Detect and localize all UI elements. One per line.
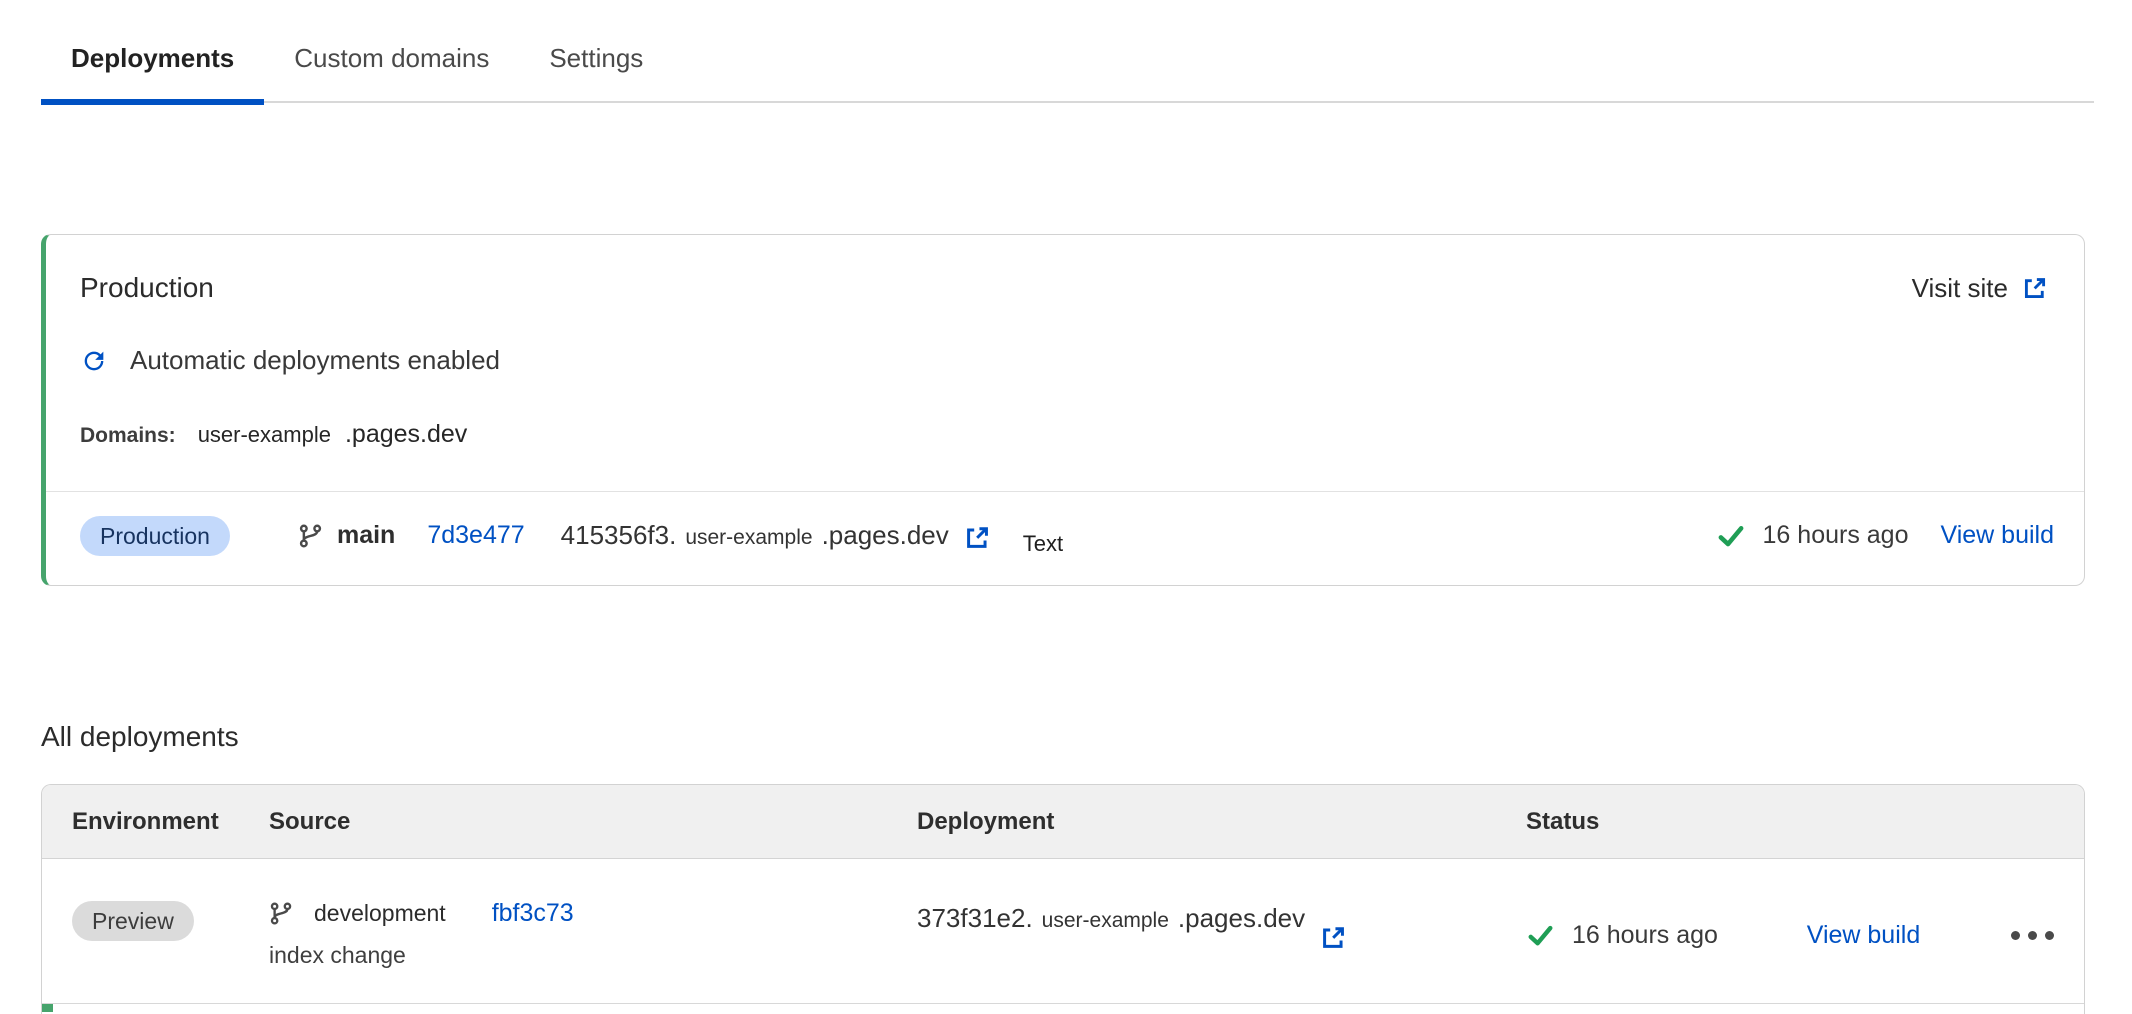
- production-card-header: Production Visit site: [46, 235, 2084, 305]
- environment-badge-production: Production: [80, 516, 230, 556]
- deployment-url-name: user-example: [1042, 909, 1169, 933]
- column-header-environment: Environment: [72, 808, 269, 836]
- deployment-cell: 373f31e2. user-example .pages.dev: [917, 899, 1526, 969]
- production-card-title: Production: [80, 271, 214, 305]
- check-icon: [1716, 522, 1746, 550]
- commit-link[interactable]: 7d3e477: [427, 521, 524, 550]
- column-header-deployment: Deployment: [917, 808, 1526, 836]
- branch-name: main: [337, 521, 395, 550]
- visit-site-label: Visit site: [1912, 273, 2008, 304]
- deployments-table: Environment Source Deployment Status Pre…: [41, 784, 2085, 1014]
- source-cell: development fbf3c73 index change: [269, 899, 917, 969]
- environment-cell: Preview: [72, 899, 269, 969]
- view-build-link[interactable]: View build: [1807, 921, 1921, 950]
- auto-deployments-row: Automatic deployments enabled: [46, 305, 2084, 376]
- table-row: Preview development fbf3c73 index change…: [42, 859, 2084, 1004]
- domain-name: user-example: [198, 422, 331, 448]
- environment-badge-preview: Preview: [72, 901, 194, 941]
- next-row-accent: [42, 1004, 2084, 1012]
- table-header-row: Environment Source Deployment Status: [42, 785, 2084, 859]
- domains-label: Domains:: [80, 424, 176, 448]
- status-time: 16 hours ago: [1572, 921, 1718, 950]
- external-link-icon: [2021, 275, 2048, 302]
- deployment-status: 16 hours ago: [1716, 521, 1909, 550]
- branch-group: main: [298, 521, 395, 550]
- check-icon: [1526, 922, 1555, 949]
- all-deployments-title: All deployments: [41, 720, 2132, 753]
- domain-suffix: .pages.dev: [345, 420, 467, 449]
- commit-message: index change: [269, 942, 917, 969]
- column-header-status: Status: [1526, 808, 2056, 836]
- deployment-url: 415356f3. user-example .pages.dev: [561, 520, 991, 551]
- git-branch-icon: [269, 901, 294, 926]
- production-deployment-row: Production main 7d3e477 415356f3. user-e…: [46, 491, 2084, 579]
- ellipsis-icon[interactable]: [2009, 925, 2056, 946]
- commit-link[interactable]: fbf3c73: [492, 899, 574, 928]
- status-cell: 16 hours ago View build: [1526, 899, 2056, 969]
- view-build-link[interactable]: View build: [1940, 521, 2054, 550]
- tab-settings[interactable]: Settings: [519, 30, 673, 101]
- deployment-url-name: user-example: [685, 526, 812, 550]
- deployment-url-suffix: .pages.dev: [1178, 903, 1305, 934]
- git-branch-icon: [298, 523, 324, 549]
- auto-deployments-text: Automatic deployments enabled: [130, 345, 500, 376]
- external-link-icon[interactable]: [1319, 924, 1347, 952]
- external-link-icon[interactable]: [963, 524, 991, 552]
- visit-site-link[interactable]: Visit site: [1912, 273, 2048, 304]
- deployment-url-suffix: .pages.dev: [822, 520, 949, 551]
- refresh-icon: [80, 347, 108, 375]
- note-text: Text: [1023, 531, 1063, 557]
- deployment-url-prefix: 373f31e2.: [917, 903, 1033, 934]
- tab-deployments[interactable]: Deployments: [41, 30, 264, 101]
- branch-name: development: [314, 900, 446, 927]
- domains-row: Domains: user-example .pages.dev: [46, 376, 2084, 449]
- status-time: 16 hours ago: [1763, 521, 1909, 550]
- deployment-url-prefix: 415356f3.: [561, 520, 677, 551]
- production-card: Production Visit site Automatic deployme…: [41, 234, 2085, 586]
- tab-custom-domains[interactable]: Custom domains: [264, 30, 519, 101]
- tab-bar: Deployments Custom domains Settings: [41, 0, 2094, 103]
- column-header-source: Source: [269, 808, 917, 836]
